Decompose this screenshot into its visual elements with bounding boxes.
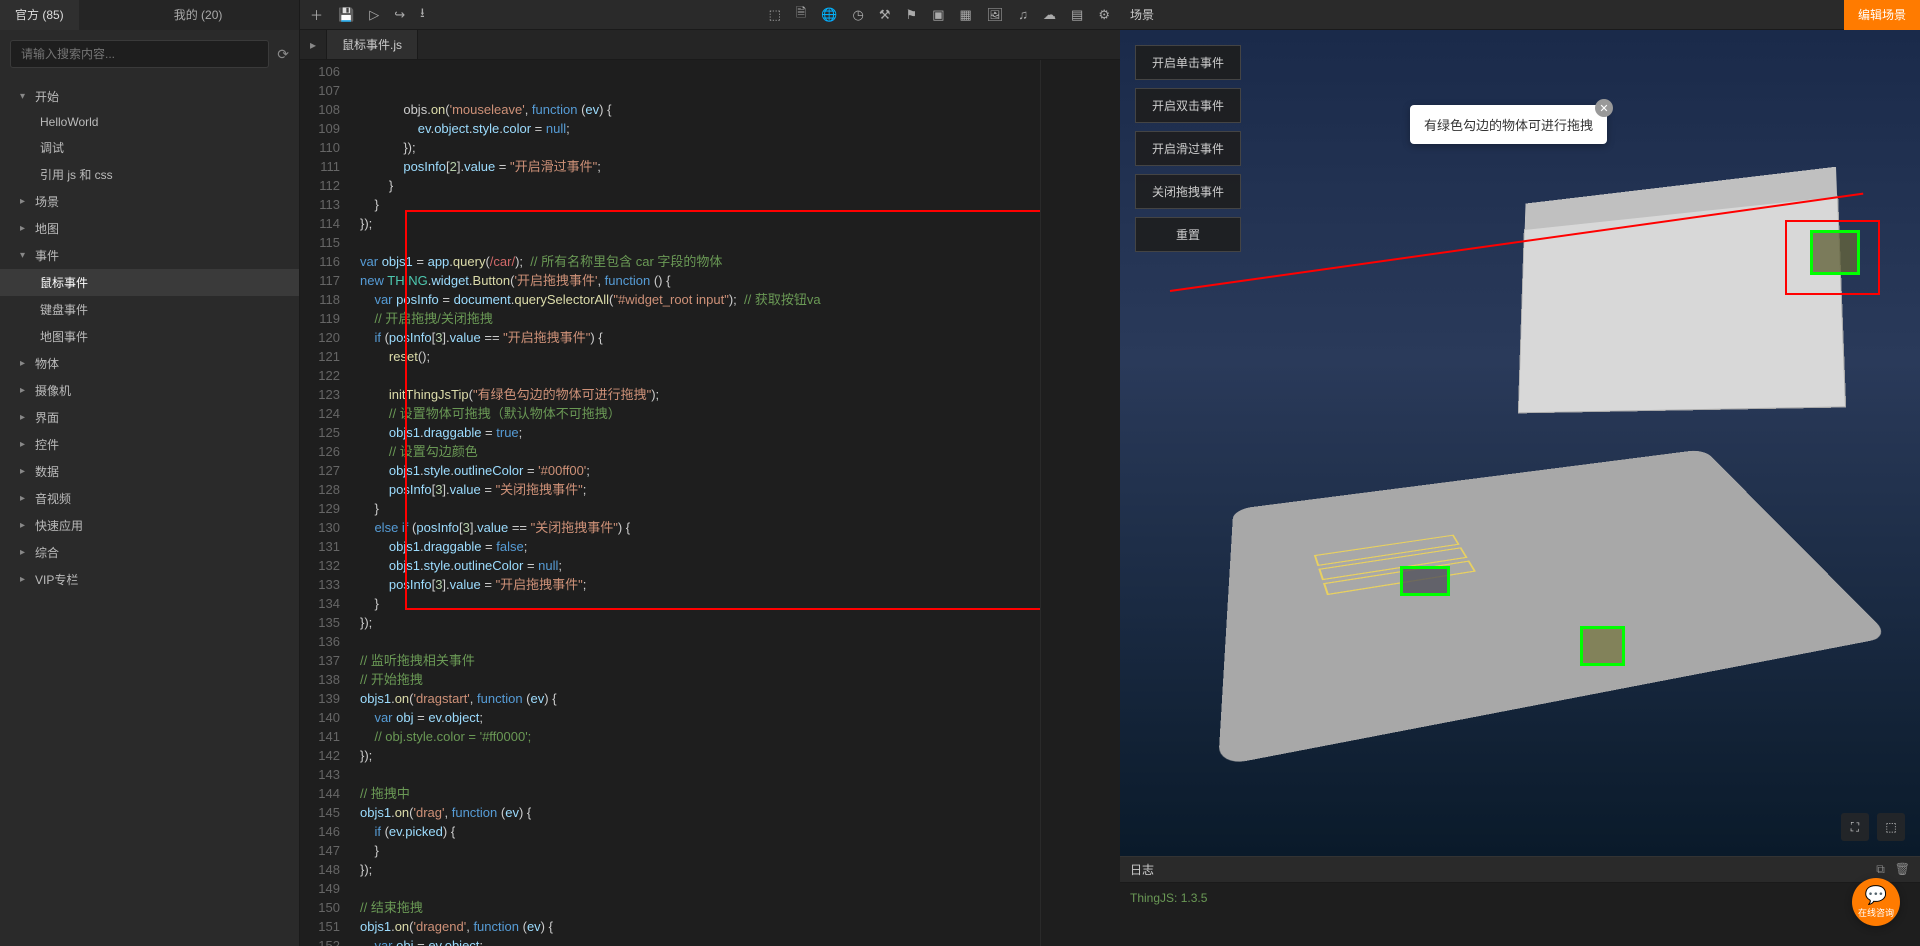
log-panel: 日志 ⧉ 🗑 ThingJS: 1.3.5 — [1120, 856, 1920, 946]
scene-buttons: 开启单击事件 开启双击事件 开启滑过事件 关闭拖拽事件 重置 — [1135, 45, 1241, 252]
tree-data[interactable]: ▸数据 — [0, 458, 299, 485]
tree-events[interactable]: ▾事件 — [0, 242, 299, 269]
right-panel: 场景 编辑场景 开启单击事件 开启双击事件 开启滑过事件 关闭拖拽事件 重置 有… — [1120, 0, 1920, 946]
scene-controls: ⛶ ⬚ — [1841, 813, 1905, 841]
new-icon[interactable]: ＋ — [310, 5, 323, 24]
editor-area: ＋ 💾 ▷ ↪ ⭳ ⬚ 🗎 🌐 ◷ ⚒ ⚑ ▣ ▦ 🖼 ♫ ☁ ▤ ⚙ — [300, 0, 1120, 946]
tree-misc[interactable]: ▸综合 — [0, 539, 299, 566]
code-editor[interactable]: objs.on('mouseleave', function (ev) { ev… — [350, 60, 1040, 946]
tree-av[interactable]: ▸音视频 — [0, 485, 299, 512]
ground-plane — [1218, 449, 1891, 766]
cloud-icon[interactable]: ☁ — [1043, 7, 1056, 23]
log-header: 日志 ⧉ 🗑 — [1120, 857, 1920, 883]
tree-mouse-events[interactable]: 鼠标事件 — [0, 269, 299, 296]
btn-reset[interactable]: 重置 — [1135, 217, 1241, 252]
tree-object[interactable]: ▸物体 — [0, 350, 299, 377]
tree-quick[interactable]: ▸快速应用 — [0, 512, 299, 539]
gutter: 1061071081091101111121131141151161171181… — [300, 60, 350, 946]
log-title: 日志 — [1130, 861, 1154, 878]
tooltip-text: 有绿色勾边的物体可进行拖拽 — [1424, 118, 1593, 133]
grid-icon[interactable]: ▦ — [959, 7, 971, 23]
code-area: 1061071081091101111121131141151161171181… — [300, 60, 1120, 946]
scene-header: 场景 编辑场景 — [1120, 0, 1920, 30]
tooltip: 有绿色勾边的物体可进行拖拽 ✕ — [1410, 105, 1607, 144]
globe-icon[interactable]: 🌐 — [821, 7, 837, 23]
tab-mine[interactable]: 我的 (20) — [159, 0, 238, 30]
run-icon[interactable]: ▷ — [369, 7, 379, 23]
log-popout-icon[interactable]: ⧉ — [1876, 862, 1885, 877]
tree-vip[interactable]: ▸VIP专栏 — [0, 566, 299, 593]
fullscreen-icon[interactable]: ⬚ — [1877, 813, 1905, 841]
layers-icon[interactable]: ▤ — [1071, 7, 1083, 23]
chat-label: 在线咨询 — [1858, 906, 1894, 919]
log-content: ThingJS: 1.3.5 — [1120, 883, 1920, 913]
expand-icon[interactable]: ⛶ — [1841, 813, 1869, 841]
tree-map-events[interactable]: 地图事件 — [0, 323, 299, 350]
panel-icon[interactable]: ▣ — [932, 7, 944, 23]
file-tabs: ▸ 鼠标事件.js — [300, 30, 1120, 60]
doc-icon[interactable]: 🗎 — [796, 4, 806, 26]
tree-scene[interactable]: ▸场景 — [0, 188, 299, 215]
music-icon[interactable]: ♫ — [1018, 7, 1028, 22]
image-icon[interactable]: 🖼 — [987, 7, 1004, 23]
share-icon[interactable]: ↪ — [394, 7, 405, 23]
edit-scene-button[interactable]: 编辑场景 — [1844, 0, 1920, 30]
sidebar: 官方 (85) 我的 (20) ⟳ ▾开始 HelloWorld 调试 引用 j… — [0, 0, 300, 946]
btn-hover-event[interactable]: 开启滑过事件 — [1135, 131, 1241, 166]
file-tab-add[interactable]: ▸ — [300, 30, 327, 59]
toolbar: ＋ 💾 ▷ ↪ ⭳ ⬚ 🗎 🌐 ◷ ⚒ ⚑ ▣ ▦ 🖼 ♫ ☁ ▤ ⚙ — [300, 0, 1120, 30]
car-outlined[interactable] — [1400, 566, 1450, 596]
annotation-box — [1785, 220, 1880, 295]
scene-title: 场景 — [1130, 6, 1154, 23]
tree-map[interactable]: ▸地图 — [0, 215, 299, 242]
tree-camera[interactable]: ▸摄像机 — [0, 377, 299, 404]
tree-jscss[interactable]: 引用 js 和 css — [0, 161, 299, 188]
chat-icon: 💬 — [1865, 885, 1887, 906]
log-clear-icon[interactable]: 🗑 — [1895, 862, 1910, 877]
file-tab-active[interactable]: 鼠标事件.js — [327, 30, 418, 59]
btn-click-event[interactable]: 开启单击事件 — [1135, 45, 1241, 80]
clock-icon[interactable]: ◷ — [853, 7, 864, 23]
settings-icon[interactable]: ⚙ — [1098, 7, 1110, 23]
tree-helloworld[interactable]: HelloWorld — [0, 110, 299, 134]
refresh-icon[interactable]: ⟳ — [277, 46, 289, 63]
chat-bubble[interactable]: 💬 在线咨询 — [1852, 878, 1900, 926]
search-bar: ⟳ — [0, 30, 299, 78]
search-input[interactable] — [10, 40, 269, 68]
save-icon[interactable]: 💾 — [338, 7, 354, 23]
scene-3d-viewport[interactable]: 开启单击事件 开启双击事件 开启滑过事件 关闭拖拽事件 重置 有绿色勾边的物体可… — [1120, 30, 1920, 856]
tool1-icon[interactable]: ⚒ — [879, 7, 891, 23]
tree-widget[interactable]: ▸控件 — [0, 431, 299, 458]
tab-official[interactable]: 官方 (85) — [0, 0, 79, 30]
tooltip-close-icon[interactable]: ✕ — [1595, 99, 1613, 117]
tree: ▾开始 HelloWorld 调试 引用 js 和 css ▸场景 ▸地图 ▾事… — [0, 78, 299, 946]
cube-icon[interactable]: ⬚ — [769, 7, 781, 23]
forklift-2-outlined[interactable] — [1580, 626, 1625, 666]
sidebar-tabs: 官方 (85) 我的 (20) — [0, 0, 299, 30]
btn-drag-event[interactable]: 关闭拖拽事件 — [1135, 174, 1241, 209]
tree-keyboard-events[interactable]: 键盘事件 — [0, 296, 299, 323]
flag-icon[interactable]: ⚑ — [906, 7, 918, 23]
tree-debug[interactable]: 调试 — [0, 134, 299, 161]
tree-start[interactable]: ▾开始 — [0, 83, 299, 110]
tab-blurred[interactable] — [79, 0, 159, 30]
tree-ui[interactable]: ▸界面 — [0, 404, 299, 431]
minimap[interactable] — [1040, 60, 1120, 946]
btn-dblclick-event[interactable]: 开启双击事件 — [1135, 88, 1241, 123]
download-icon[interactable]: ⭳ — [420, 4, 425, 26]
